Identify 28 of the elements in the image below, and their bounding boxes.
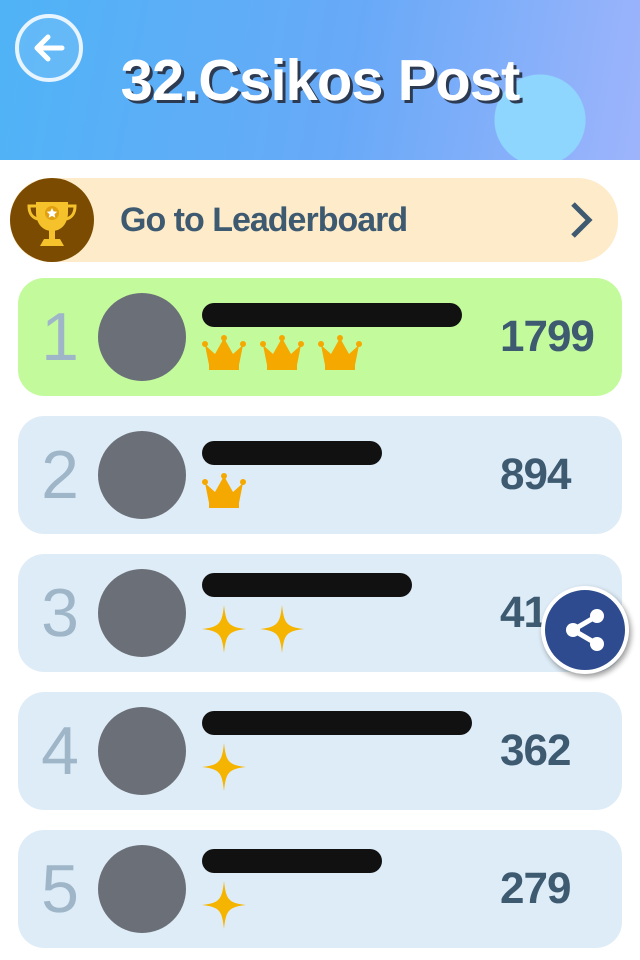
rank-number: 3: [40, 574, 80, 652]
rank-number: 1: [40, 298, 80, 376]
sparkle-icon: [202, 881, 246, 929]
leaderboard-row[interactable]: 3 41: [18, 554, 622, 672]
leaderboard-row[interactable]: 4 362: [18, 692, 622, 810]
rank-number: 4: [40, 712, 80, 790]
page-title: 32.Csikos Post: [120, 46, 520, 114]
sparkle-icon: [260, 605, 304, 653]
crown-icon: [260, 335, 304, 371]
leaderboard-row[interactable]: 2 894: [18, 416, 622, 534]
sparkle-icon: [202, 743, 246, 791]
back-arrow-icon: [32, 33, 66, 63]
rank-number: 2: [40, 436, 80, 514]
crown-icon: [318, 335, 362, 371]
trophy-icon: [10, 178, 94, 262]
score-value: 894: [500, 450, 570, 500]
score-value: 279: [500, 864, 570, 914]
score-value: 1799: [500, 312, 594, 362]
crown-icon: [202, 473, 246, 509]
score-value: 362: [500, 726, 570, 776]
score-value: 41: [500, 588, 547, 638]
leaderboard-row[interactable]: 5 279: [18, 830, 622, 948]
leaderboard-button[interactable]: Go to Leaderboard: [10, 178, 618, 262]
rank-number: 5: [40, 850, 80, 928]
sparkle-icon: [202, 605, 246, 653]
crown-icon: [202, 335, 246, 371]
chevron-right-icon: [568, 200, 594, 240]
leaderboard-row[interactable]: 1 1799: [18, 278, 622, 396]
